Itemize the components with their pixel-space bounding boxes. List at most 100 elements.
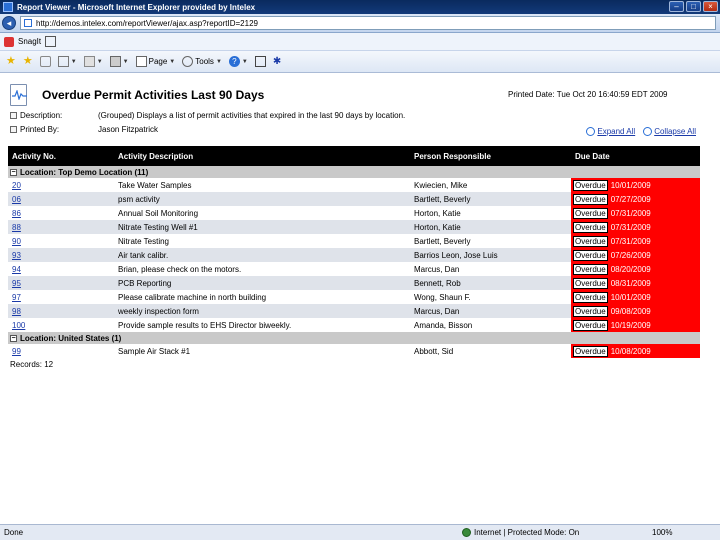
collapse-group-icon[interactable]: − [10,334,17,342]
overdue-badge: Overdue [573,345,608,357]
links-bar: SnagIt [0,33,720,51]
activity-number-link[interactable]: 86 [8,206,114,220]
person-responsible: Kwiecien, Mike [410,178,571,192]
report-title: Overdue Permit Activities Last 90 Days [42,88,265,102]
close-button[interactable]: × [703,1,718,12]
research-icon[interactable] [254,56,266,67]
expand-all-link[interactable]: Expand All [586,127,635,136]
home-button[interactable]: ▼ [57,56,77,67]
activity-number-link[interactable]: 94 [8,262,114,276]
status-text: Done [4,528,24,537]
collapse-group-icon[interactable]: − [10,168,17,176]
table-row: 99 Sample Air Stack #1 Abbott, Sid Overdue 1… [8,344,700,358]
description-bullet-icon [10,112,17,120]
table-row: 100 Provide sample results to EHS Directo… [8,318,700,332]
tools-gear-icon [182,56,194,67]
activity-number-link[interactable]: 97 [8,290,114,304]
activity-number-link[interactable]: 20 [8,178,114,192]
activity-number-link[interactable]: 93 [8,248,114,262]
table-row: 97 Please calibrate machine in north buil… [8,290,700,304]
person-responsible: Marcus, Dan [410,262,571,276]
page-icon [135,56,147,67]
column-header-due-date[interactable]: Due Date [571,146,700,166]
overdue-badge: Overdue [573,207,608,219]
table-row: 95 PCB Reporting Bennett, Rob Overdue 08/31/… [8,276,700,290]
home-icon [57,56,69,67]
due-date: 10/08/2009 [610,346,651,356]
security-zone[interactable]: Internet | Protected Mode: On [462,528,579,537]
feeds-button[interactable]: ▼ [83,56,103,67]
printed-by-label: Printed By: [20,125,60,134]
due-date: 07/27/2009 [610,194,651,204]
window-title-bar: Report Viewer - Microsoft Internet Explo… [0,0,720,14]
collapse-all-link[interactable]: Collapse All [643,127,696,136]
due-date-cell: Overdue 10/19/2009 [571,318,700,332]
activity-description: Brian, please check on the motors. [114,262,410,276]
group-label: Location: Top Demo Location (11) [20,167,149,177]
overdue-badge: Overdue [573,319,608,331]
overdue-badge: Overdue [573,235,608,247]
print-button[interactable]: ▼ [109,56,129,67]
person-responsible: Abbott, Sid [414,346,454,356]
column-header-activity-description[interactable]: Activity Description [114,146,410,166]
table-row: 20 Take Water Samples Kwiecien, Mike Overdu… [8,178,700,192]
snagit-options-icon[interactable] [45,36,57,47]
report-content: Overdue Permit Activities Last 90 Days P… [0,73,720,524]
group-header-row[interactable]: − Location: Top Demo Location (11) [8,166,700,178]
activity-number-link[interactable]: 100 [8,318,114,332]
due-date: 10/01/2009 [610,180,651,190]
activity-number-link[interactable]: 98 [8,304,114,318]
activity-number-link[interactable]: 06 [8,192,114,206]
table-row: 86 Annual Soil Monitoring Horton, Katie Ove… [8,206,700,220]
tab-list-icon[interactable] [39,56,51,67]
security-zone-label: Internet | Protected Mode: On [474,528,580,537]
tools-menu-label: Tools [195,57,214,66]
group-label: Location: United States (1) [20,333,122,343]
due-date-cell: Overdue 07/31/2009 [571,220,700,234]
activity-number-link[interactable]: 99 [8,344,114,358]
due-date: 07/31/2009 [610,222,651,232]
overdue-badge: Overdue [573,263,608,275]
bluetooth-icon[interactable]: ✱ [273,56,284,67]
person-responsible: Amanda, Bisson [410,318,571,332]
back-button[interactable]: ◂ [2,16,16,30]
table-row: 98 weekly inspection form Marcus, Dan Overd… [8,304,700,318]
globe-icon [462,528,471,537]
report-icon [10,84,27,106]
due-date-cell: Overdue 10/01/2009 [571,290,700,304]
address-bar-row: ◂ http://demos.intelex.com/reportViewer/… [0,14,720,33]
due-date: 10/19/2009 [610,320,651,330]
window-title: Report Viewer - Microsoft Internet Explo… [17,2,256,12]
address-url: http://demos.intelex.com/reportViewer/aj… [36,18,258,28]
printed-by-row: Printed By: Jason Fitzpatrick [10,125,158,134]
favorites-star-icon[interactable]: ★ [6,56,16,67]
help-button[interactable]: ? ▼ [228,56,248,67]
due-date: 07/31/2009 [610,236,651,246]
due-date: 10/01/2009 [610,292,651,302]
add-favorites-icon[interactable]: ★ [23,56,33,67]
expand-collapse-links: Expand All Collapse All [586,127,696,136]
activity-description: Annual Soil Monitoring [114,206,410,220]
group-header-row[interactable]: − Location: United States (1) [8,332,700,344]
overdue-badge: Overdue [573,277,608,289]
minimize-button[interactable]: – [669,1,684,12]
page-menu[interactable]: Page ▼ [135,56,175,67]
column-header-activity-no[interactable]: Activity No. [8,146,114,166]
tools-menu[interactable]: Tools ▼ [182,56,222,67]
due-date-cell: Overdue 07/31/2009 [571,234,700,248]
person-responsible: Bartlett, Beverly [410,192,571,206]
printed-by-bullet-icon [10,126,17,134]
snagit-button[interactable]: SnagIt [18,37,41,46]
column-header-person-responsible[interactable]: Person Responsible [410,146,571,166]
activity-number-link[interactable]: 90 [8,234,114,248]
activity-description: weekly inspection form [114,304,410,318]
address-field[interactable]: http://demos.intelex.com/reportViewer/aj… [20,16,716,30]
command-bar: ★ ★ ▼ ▼ ▼ Page ▼ Tools ▼ ? ▼ ✱ [0,51,720,73]
maximize-button[interactable]: □ [686,1,701,12]
activity-description: Provide sample results to EHS Director b… [114,318,410,332]
activity-number-link[interactable]: 95 [8,276,114,290]
zoom-level[interactable]: 100% [652,528,672,537]
group-header-cell: − Location: United States (1) [8,332,700,344]
activity-description: Please calibrate machine in north buildi… [114,290,410,304]
activity-number-link[interactable]: 88 [8,220,114,234]
